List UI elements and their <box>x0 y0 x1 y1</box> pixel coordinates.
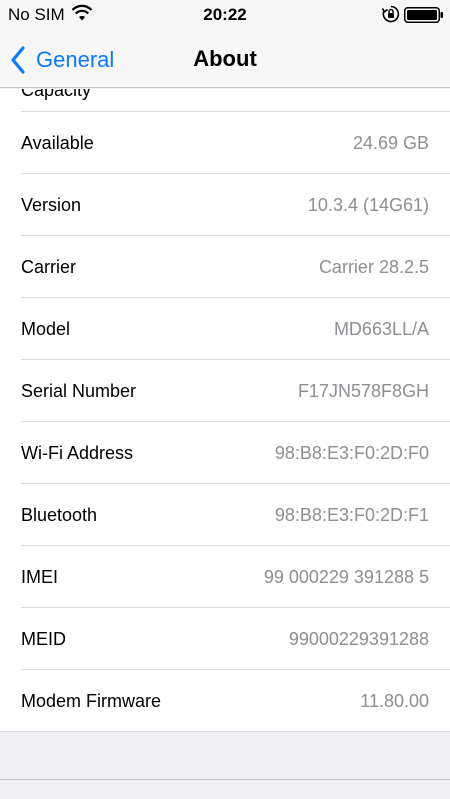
list-item-meid: MEID 99000229391288 <box>0 608 450 670</box>
row-value: 99000229391288 <box>288 629 429 649</box>
row-value: Carrier 28.2.5 <box>318 257 429 277</box>
row-value: 11.80.00 <box>360 691 429 711</box>
list-item-bluetooth: Bluetooth 98:B8:E3:F0:2D:F1 <box>0 484 450 546</box>
row-value: F17JN578F8GH <box>297 381 429 401</box>
list-item-serial-number: Serial Number F17JN578F8GH <box>0 360 450 422</box>
row-label: Bluetooth <box>21 505 98 525</box>
battery-icon <box>404 7 443 23</box>
row-value: 98:B8:E3:F0:2D:F0 <box>274 443 429 463</box>
row-label: Model <box>21 319 71 339</box>
row-label: Version <box>21 195 82 215</box>
row-value: 98:B8:E3:F0:2D:F1 <box>274 505 429 525</box>
navigation-bar: General About <box>0 30 450 88</box>
orientation-lock-icon <box>382 5 400 23</box>
about-list: Capacity Available 24.69 GB Version 10.3… <box>0 89 450 732</box>
row-label: MEID <box>21 629 66 649</box>
list-item-carrier: Carrier Carrier 28.2.5 <box>0 236 450 298</box>
about-list-scroll[interactable]: Capacity Available 24.69 GB Version 10.3… <box>0 89 450 799</box>
list-item-model: Model MD663LL/A <box>0 298 450 360</box>
section-divider <box>0 779 450 780</box>
status-bar: No SIM 20:22 <box>0 0 450 30</box>
row-label: Available <box>21 133 94 153</box>
list-item-capacity: Capacity <box>0 89 450 112</box>
row-value: 10.3.4 (14G61) <box>307 195 429 215</box>
list-item-imei: IMEI 99 000229 391288 5 <box>0 546 450 608</box>
row-label: Carrier <box>21 257 77 277</box>
row-label: IMEI <box>21 567 59 587</box>
row-value: 24.69 GB <box>352 133 429 153</box>
list-item-version: Version 10.3.4 (14G61) <box>0 174 450 236</box>
list-item-wifi-address: Wi-Fi Address 98:B8:E3:F0:2D:F0 <box>0 422 450 484</box>
row-value: 99 000229 391288 5 <box>263 567 429 587</box>
list-item-available: Available 24.69 GB <box>0 112 450 174</box>
page-title: About <box>193 46 257 71</box>
row-value: MD663LL/A <box>333 319 429 339</box>
list-item-modem-firmware: Modem Firmware 11.80.00 <box>0 670 450 732</box>
row-label: Serial Number <box>21 381 137 401</box>
row-label: Wi-Fi Address <box>21 443 134 463</box>
row-label: Modem Firmware <box>21 691 162 711</box>
